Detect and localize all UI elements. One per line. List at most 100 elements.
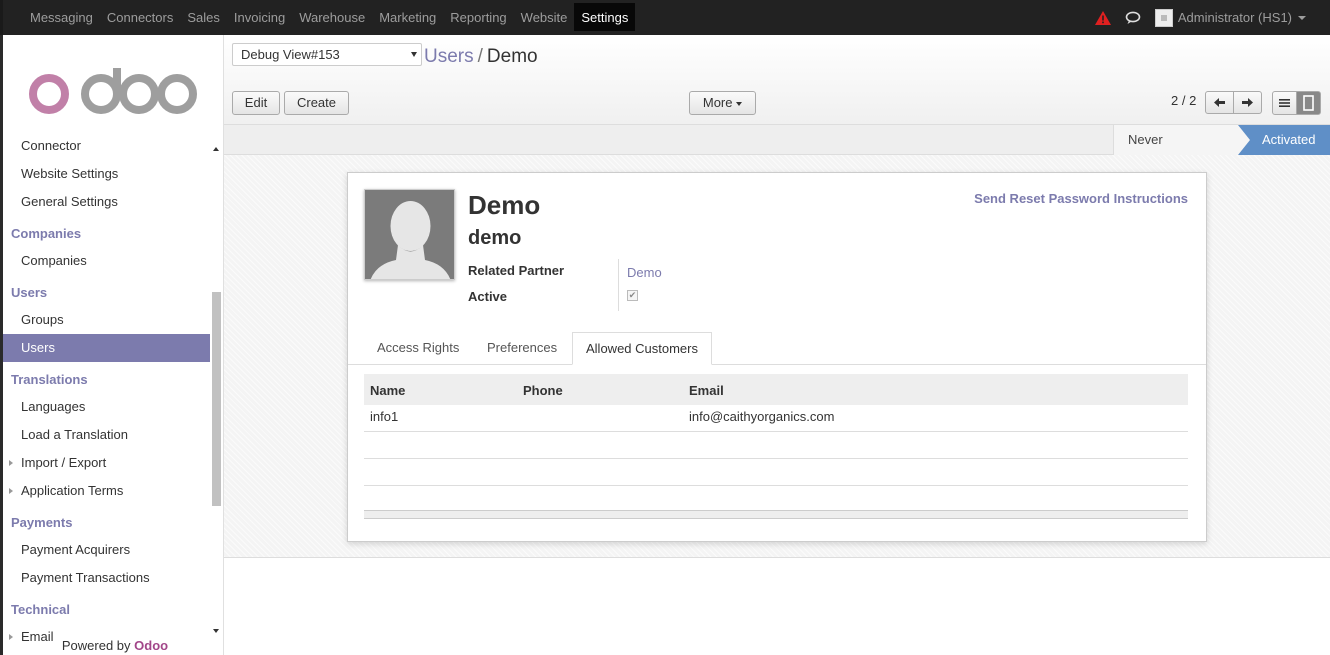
sidebar-heading-users[interactable]: Users: [3, 275, 210, 306]
table-footer: [364, 510, 1188, 519]
menu-connectors[interactable]: Connectors: [100, 3, 180, 31]
sidebar-item-website-settings[interactable]: Website Settings: [3, 160, 210, 188]
pager-next-button[interactable]: [1233, 91, 1262, 114]
chevron-down-icon[interactable]: [1298, 15, 1306, 20]
cell-phone: [517, 405, 683, 431]
table-header: Name Phone Email: [364, 374, 1188, 405]
caret-down-icon: [736, 101, 743, 106]
menu-website[interactable]: Website: [514, 3, 575, 31]
menu-marketing[interactable]: Marketing: [372, 3, 443, 31]
scroll-down-icon[interactable]: [213, 629, 219, 633]
warning-icon[interactable]: [1094, 10, 1111, 25]
debug-view-value: Debug View#153: [241, 47, 340, 62]
stage-activated[interactable]: Activated: [1238, 125, 1330, 155]
sidebar-heading-translations[interactable]: Translations: [3, 362, 210, 393]
user-login[interactable]: demo: [468, 227, 521, 250]
list-view-button[interactable]: [1272, 91, 1297, 115]
debug-view-select[interactable]: Debug View#153: [232, 43, 422, 66]
sidebar-heading-technical[interactable]: Technical: [3, 592, 210, 623]
empty-row: [364, 459, 1188, 486]
menu-sales[interactable]: Sales: [180, 3, 227, 31]
empty-row: [364, 432, 1188, 459]
form-icon: [1303, 95, 1314, 111]
dropdown-arrow-icon: [411, 52, 417, 57]
form-sheet: Demo demo Send Reset Password Instructio…: [347, 172, 1207, 542]
tab-allowed-customers[interactable]: Allowed Customers: [572, 332, 712, 365]
sidebar-item-users[interactable]: Users: [3, 334, 210, 362]
create-button[interactable]: Create: [284, 91, 349, 115]
sidebar-item-general-settings[interactable]: General Settings: [3, 188, 210, 216]
expand-arrow-icon[interactable]: [9, 460, 13, 466]
cell-name: info1: [370, 409, 399, 424]
allowed-customers-table: Name Phone Email info1 info@caithyorgani…: [364, 374, 1188, 519]
expand-arrow-icon[interactable]: [9, 488, 13, 494]
form-view-button[interactable]: [1296, 91, 1321, 115]
odoo-logo: [29, 68, 197, 114]
sidebar-menu: Connector Website Settings General Setti…: [3, 132, 210, 651]
related-partner-link[interactable]: Demo: [627, 265, 662, 280]
top-navbar: Messaging Connectors Sales Invoicing War…: [0, 0, 1330, 35]
menu-invoicing[interactable]: Invoicing: [227, 3, 292, 31]
menu-reporting[interactable]: Reporting: [443, 3, 513, 31]
sidebar-item-label: Application Terms: [21, 483, 124, 498]
chat-icon[interactable]: [1125, 11, 1141, 25]
systray: Administrator (HS1): [1094, 0, 1306, 35]
status-bar: Never Connected Activated: [224, 125, 1330, 177]
arrow-right-icon: [1242, 98, 1253, 107]
tab-access-rights[interactable]: Access Rights: [364, 332, 472, 365]
sidebar-item-load-translation[interactable]: Load a Translation: [3, 421, 210, 449]
breadcrumb-users[interactable]: Users: [424, 46, 474, 67]
sidebar-item-connector[interactable]: Connector: [3, 132, 210, 160]
notebook-tabs: Access Rights Preferences Allowed Custom…: [348, 332, 1206, 365]
menu-messaging[interactable]: Messaging: [23, 3, 100, 31]
sidebar-item-import-export[interactable]: Import / Export: [3, 449, 210, 477]
pager-value[interactable]: 2 / 2: [1171, 93, 1196, 108]
edit-button[interactable]: Edit: [232, 91, 280, 115]
sidebar-item-groups[interactable]: Groups: [3, 306, 210, 334]
send-reset-password-button[interactable]: Send Reset Password Instructions: [974, 191, 1188, 206]
user-menu[interactable]: Administrator (HS1): [1178, 10, 1292, 25]
tab-preferences[interactable]: Preferences: [474, 332, 570, 365]
sidebar-item-label: Import / Export: [21, 455, 107, 470]
check-icon: ✔: [628, 290, 637, 300]
user-photo[interactable]: [364, 189, 455, 280]
menu-warehouse[interactable]: Warehouse: [292, 3, 372, 31]
sidebar-heading-companies[interactable]: Companies: [3, 216, 210, 247]
sidebar-item-application-terms[interactable]: Application Terms: [3, 477, 210, 505]
app-menu: Messaging Connectors Sales Invoicing War…: [23, 3, 636, 31]
sidebar-item-payment-transactions[interactable]: Payment Transactions: [3, 564, 210, 592]
sidebar: Connector Website Settings General Setti…: [0, 35, 224, 655]
breadcrumb: Users / Demo: [424, 45, 538, 69]
menu-settings[interactable]: Settings: [574, 3, 636, 31]
sidebar-scrollbar[interactable]: [210, 132, 223, 642]
breadcrumb-separator: /: [477, 46, 483, 67]
pager-previous-button[interactable]: [1205, 91, 1234, 114]
avatar-placeholder-icon: [365, 190, 454, 279]
arrow-left-icon: [1214, 98, 1225, 107]
table-row[interactable]: info1 info@caithyorganics.com: [364, 405, 1188, 432]
list-icon: [1279, 99, 1290, 107]
sidebar-item-languages[interactable]: Languages: [3, 393, 210, 421]
powered-by-label: Powered by: [61, 638, 131, 653]
column-header-phone[interactable]: Phone: [517, 374, 683, 405]
sidebar-heading-payments[interactable]: Payments: [3, 505, 210, 536]
control-panel: Debug View#153 Users / Demo Edit Create Mo…: [224, 35, 1330, 125]
sidebar-item-payment-acquirers[interactable]: Payment Acquirers: [3, 536, 210, 564]
stage-never-connected[interactable]: Never Connected: [1113, 125, 1240, 177]
related-partner-label: Related Partner: [468, 263, 565, 278]
column-header-name[interactable]: Name: [364, 374, 517, 405]
active-label: Active: [468, 289, 508, 304]
breadcrumb-current: Demo: [486, 46, 538, 67]
sidebar-item-companies[interactable]: Companies: [3, 247, 210, 275]
scrollbar-thumb[interactable]: [212, 292, 221, 506]
more-button[interactable]: More: [689, 91, 756, 115]
odoo-link[interactable]: Odoo: [134, 638, 168, 653]
active-checkbox[interactable]: ✔: [627, 290, 638, 301]
more-label: More: [702, 95, 733, 110]
user-avatar[interactable]: [1154, 8, 1173, 27]
column-header-email[interactable]: Email: [683, 374, 1188, 405]
scroll-up-icon[interactable]: [213, 147, 219, 151]
powered-by: Powered by Odoo: [3, 638, 227, 653]
cell-email: info@caithyorganics.com: [689, 409, 835, 424]
user-name[interactable]: Demo: [468, 190, 540, 221]
